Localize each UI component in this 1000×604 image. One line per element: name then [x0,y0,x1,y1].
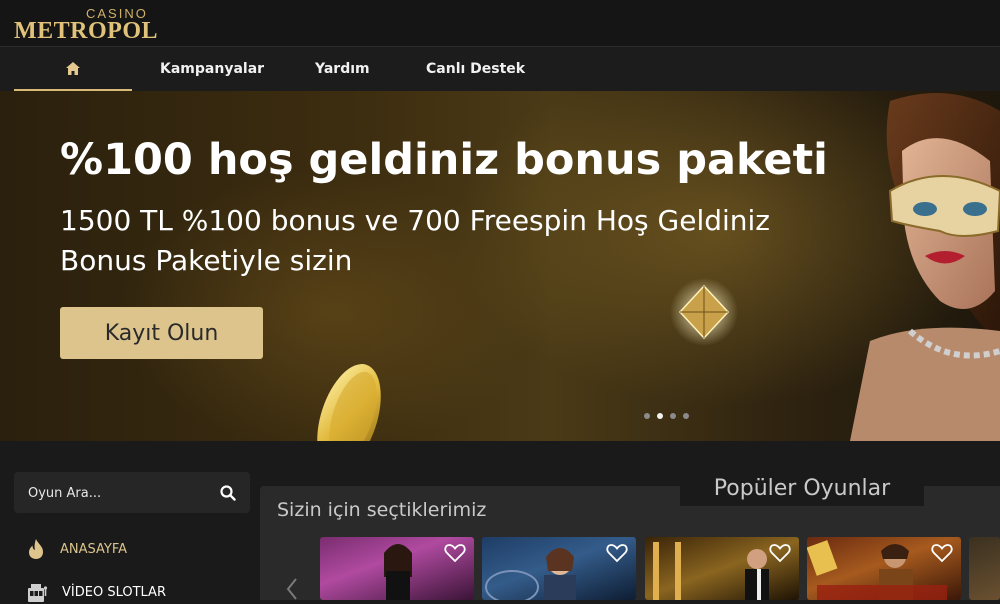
nav-item-yardim[interactable]: Yardım [315,47,370,91]
heart-icon[interactable] [606,543,628,563]
game-card[interactable] [807,537,961,600]
nav-item-label: Yardım [315,61,370,77]
top-header: CASINO METROPOL [0,0,1000,47]
masked-woman-image [850,93,1000,441]
carousel-dot[interactable] [670,413,676,419]
nav-item-label: Kampanyalar [160,61,265,77]
hero-banner[interactable]: %100 hoş geldiniz bonus paketi 1500 TL %… [0,91,1000,441]
chevron-left-icon[interactable] [284,577,300,601]
game-card[interactable] [482,537,636,600]
nav-home-tab[interactable] [14,47,132,91]
game-search-input[interactable] [28,482,218,504]
main-nav: Kampanyalar Yardım Canlı Destek [0,47,1000,91]
sidebar-item-label: VİDEO SLOTLAR [62,584,166,600]
diamond-gem-image [670,278,738,346]
register-button[interactable]: Kayıt Olun [60,307,263,359]
section-title: Sizin için seçtiklerimiz [277,499,487,521]
hero-subtitle: 1500 TL %100 bonus ve 700 Freespin Hoş G… [60,204,770,277]
sidebar-item-video-slotlar[interactable]: VİDEO SLOTLAR [26,580,166,604]
slot-machine-icon [28,584,48,602]
sidebar-item-label: ANASAYFA [60,541,128,557]
carousel-dot[interactable] [644,413,650,419]
casino-metropol-logo[interactable]: CASINO METROPOL [14,6,158,44]
carousel-dot[interactable] [683,413,689,419]
logo-metropol-text: METROPOL [14,18,159,44]
game-card[interactable] [645,537,799,600]
lower-section: ANASAYFA VİDEO SLOTLAR Popüler Oyunlar S… [0,441,1000,602]
tab-populer-oyunlar[interactable]: Popüler Oyunlar [680,470,924,506]
heart-icon[interactable] [444,543,466,563]
heart-icon[interactable] [769,543,791,563]
gold-coin-image [317,364,381,441]
nav-item-label: Canlı Destek [426,61,526,77]
flame-icon [29,539,43,559]
game-card[interactable] [969,537,1000,600]
game-card[interactable] [320,537,474,600]
home-icon [66,61,80,75]
search-icon[interactable] [220,485,236,501]
carousel-dot-active[interactable] [657,413,663,419]
nav-item-kampanyalar[interactable]: Kampanyalar [160,47,264,91]
carousel-dots [644,413,689,419]
game-search-box [14,472,250,513]
heart-icon[interactable] [931,543,953,563]
hero-title: %100 hoş geldiniz bonus paketi [60,135,828,185]
nav-item-canli-destek[interactable]: Canlı Destek [426,47,525,91]
sidebar-item-anasayfa[interactable]: ANASAYFA [26,537,127,561]
